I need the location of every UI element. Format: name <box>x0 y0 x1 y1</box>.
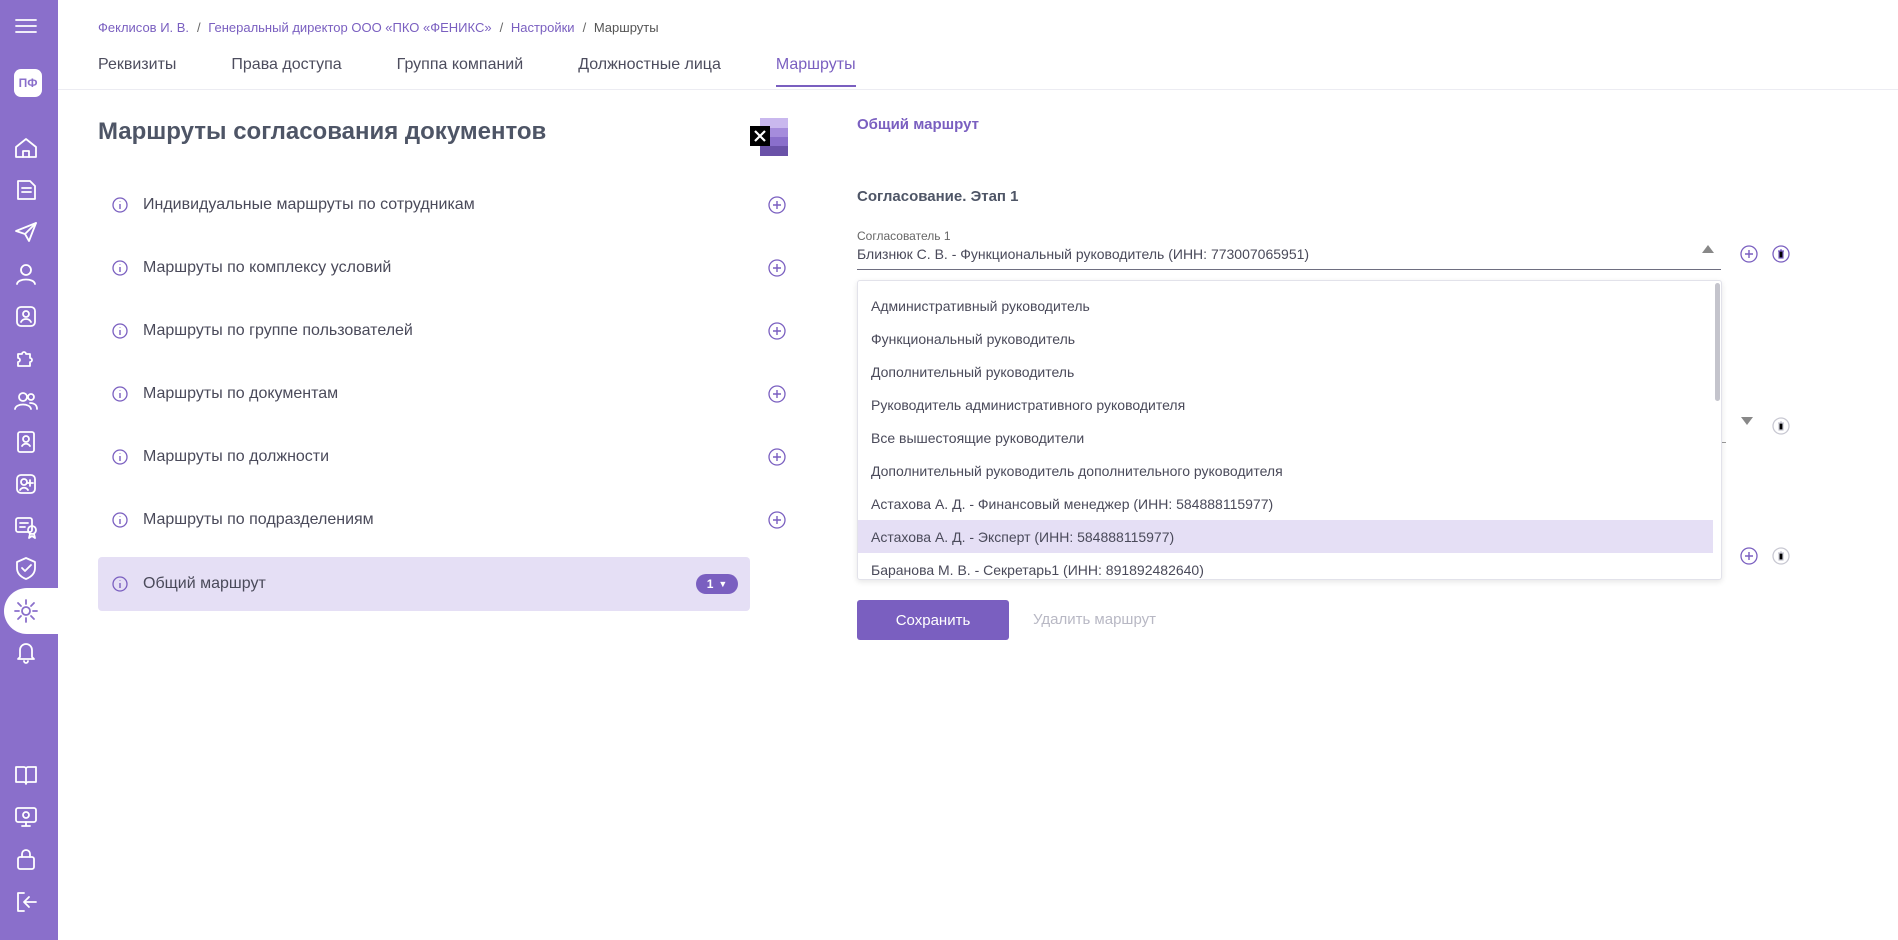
breadcrumb-settings[interactable]: Настройки <box>511 20 575 35</box>
field-underline <box>1722 442 1726 443</box>
support-icon[interactable] <box>0 799 52 835</box>
dropdown-option[interactable]: Все вышестоящие руководители <box>858 421 1713 454</box>
excel-export-icon[interactable] <box>750 118 790 156</box>
tab-officials[interactable]: Должностные лица <box>578 56 721 87</box>
delete-route-button[interactable]: Удалить маршрут <box>1033 611 1156 628</box>
chevron-up-icon[interactable] <box>1702 245 1714 253</box>
tab-requisites[interactable]: Реквизиты <box>98 56 176 87</box>
info-icon[interactable] <box>112 386 128 402</box>
route-item-user-group[interactable]: Маршруты по группе пользователей <box>98 304 786 358</box>
route-item-conditions[interactable]: Маршруты по комплексу условий <box>98 241 786 295</box>
add-circle-icon[interactable] <box>768 259 786 277</box>
add-circle-icon[interactable] <box>768 196 786 214</box>
user-icon[interactable] <box>0 256 52 292</box>
approver-select[interactable]: Близнюк С. В. - Функциональный руководит… <box>857 246 1721 270</box>
gear-icon[interactable] <box>0 593 52 629</box>
logout-icon[interactable] <box>0 884 52 920</box>
dropdown-option[interactable]: Административный руководитель <box>858 289 1713 322</box>
dropdown-option[interactable]: Руководитель административного руководит… <box>858 388 1713 421</box>
route-item-label: Маршруты по группе пользователей <box>143 322 413 339</box>
route-item-label: Маршруты по документам <box>143 385 339 402</box>
route-item-departments[interactable]: Маршруты по подразделениям <box>98 493 786 547</box>
add-circle-icon[interactable] <box>768 322 786 340</box>
dropdown-scrollbar[interactable] <box>1715 283 1720 401</box>
breadcrumb-position[interactable]: Генеральный директор ООО «ПКО «ФЕНИКС» <box>208 20 491 35</box>
approver-dropdown: Административный руководитель Функционал… <box>857 280 1722 580</box>
shield-icon[interactable] <box>0 550 52 586</box>
approver-label: Согласователь 1 <box>857 229 951 243</box>
dropdown-option[interactable]: Дополнительный руководитель <box>858 355 1713 388</box>
save-button[interactable]: Сохранить <box>857 600 1009 640</box>
certificate-icon[interactable] <box>0 508 52 544</box>
page-title: Маршруты согласования документов <box>98 118 547 145</box>
breadcrumb-user[interactable]: Феклисов И. В. <box>98 20 189 35</box>
menu-icon[interactable] <box>0 8 52 44</box>
book-icon[interactable] <box>0 757 52 793</box>
route-item-position[interactable]: Маршруты по должности <box>98 430 786 484</box>
tabs: Реквизиты Права доступа Группа компаний … <box>98 56 911 87</box>
breadcrumb-current: Маршруты <box>593 20 659 35</box>
route-item-label: Маршруты по комплексу условий <box>143 259 392 276</box>
route-item-general[interactable]: Общий маршрут 1 ▼ <box>98 557 750 611</box>
dropdown-option[interactable]: Функциональный руководитель <box>858 322 1713 355</box>
badge-count: 1 <box>706 577 714 591</box>
send-icon[interactable] <box>0 214 52 250</box>
dropdown-option[interactable]: Дополнительный руководитель дополнительн… <box>858 454 1713 487</box>
add-circle-icon[interactable] <box>768 385 786 403</box>
add-user-icon[interactable] <box>0 466 52 502</box>
tab-company-group[interactable]: Группа компаний <box>397 56 524 87</box>
route-item-label: Индивидуальные маршруты по сотрудникам <box>143 196 475 213</box>
tab-access-rights[interactable]: Права доступа <box>231 56 341 87</box>
book-user-icon[interactable] <box>0 424 52 460</box>
route-item-individual[interactable]: Индивидуальные маршруты по сотрудникам <box>98 178 786 232</box>
stage-title: Согласование. Этап 1 <box>857 188 1019 205</box>
dropdown-option[interactable]: Баранова М. В. - Секретарь1 (ИНН: 891892… <box>858 553 1713 579</box>
home-icon[interactable] <box>0 130 52 166</box>
route-item-label: Общий маршрут <box>143 575 266 592</box>
avatar[interactable]: ПФ <box>14 69 42 97</box>
approver-value: Близнюк С. В. - Функциональный руководит… <box>857 246 1310 262</box>
route-item-label: Маршруты по подразделениям <box>143 511 374 528</box>
info-icon[interactable] <box>112 449 128 465</box>
route-title: Общий маршрут <box>857 116 979 133</box>
bell-icon[interactable] <box>0 634 52 670</box>
info-icon[interactable] <box>112 323 128 339</box>
trash-icon[interactable] <box>1772 245 1790 263</box>
info-icon[interactable] <box>112 260 128 276</box>
route-item-label: Маршруты по должности <box>143 448 330 465</box>
tabs-divider <box>58 89 1898 90</box>
users-icon[interactable] <box>0 382 52 418</box>
route-count-badge[interactable]: 1 ▼ <box>696 574 738 594</box>
info-icon[interactable] <box>112 197 128 213</box>
sidebar: ПФ <box>0 0 58 940</box>
info-icon[interactable] <box>112 576 128 592</box>
trash-icon[interactable] <box>1772 417 1790 435</box>
chevron-down-icon[interactable] <box>1741 417 1753 425</box>
lock-icon[interactable] <box>0 841 52 877</box>
tab-routes[interactable]: Маршруты <box>775 56 856 87</box>
puzzle-icon[interactable] <box>0 340 52 376</box>
add-approver-icon[interactable] <box>1740 245 1758 263</box>
trash-icon[interactable] <box>1772 547 1790 565</box>
badge-user-icon[interactable] <box>0 298 52 334</box>
document-icon[interactable] <box>0 172 52 208</box>
add-stage-icon[interactable] <box>1740 547 1758 565</box>
route-item-documents[interactable]: Маршруты по документам <box>98 367 786 421</box>
dropdown-option-hovered[interactable]: Астахова А. Д. - Эксперт (ИНН: 584888115… <box>858 520 1713 553</box>
add-circle-icon[interactable] <box>768 448 786 466</box>
breadcrumb: Феклисов И. В. / Генеральный директор ООО… <box>98 20 659 35</box>
add-circle-icon[interactable] <box>768 511 786 529</box>
dropdown-option[interactable]: Астахова А. Д. - Финансовый менеджер (ИН… <box>858 487 1713 520</box>
chevron-down-icon: ▼ <box>718 579 728 589</box>
info-icon[interactable] <box>112 512 128 528</box>
